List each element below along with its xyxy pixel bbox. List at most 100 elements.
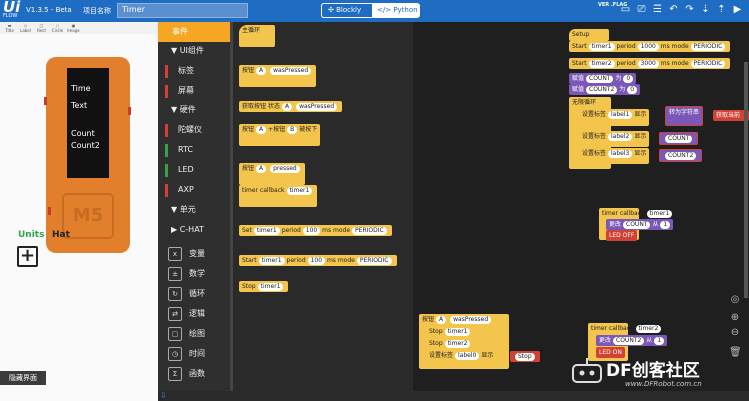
block-category-list: 事件 ▼ UI组件 标签 屏幕 ▼ 硬件 陀螺仪 RTC LED AXP ▼ 单…	[158, 22, 230, 401]
clock-icon: ◷	[168, 347, 182, 361]
function-icon: Σ	[168, 367, 182, 381]
zoom-in-icon[interactable]: ⊕	[729, 312, 741, 323]
screen-label-count[interactable]: Count	[71, 129, 95, 138]
editor-mode-tabs: ✣ Blockly </> Python	[321, 3, 420, 18]
dfrobot-logo	[570, 356, 604, 386]
redo-icon[interactable]: ↷	[683, 3, 696, 16]
code-icon: </>	[377, 6, 394, 14]
block-get-button[interactable]: 获取按钮 状态 AwasPressed	[239, 101, 343, 112]
category-label[interactable]: 标签	[158, 62, 230, 80]
setup-block[interactable]: Setup	[569, 29, 609, 41]
side-button	[48, 207, 51, 215]
count2-var[interactable]: COUNT2	[659, 149, 703, 162]
tool-title[interactable]: ▬ Title	[2, 22, 17, 34]
category-units-header[interactable]: ▼ 单元	[158, 201, 230, 219]
workspace-scrollbar[interactable]	[744, 62, 748, 298]
tool-circle[interactable]: ○ Circle	[50, 22, 65, 34]
hat-tab[interactable]: Hat	[52, 230, 70, 240]
variable-icon: x	[168, 247, 182, 261]
zoom-out-icon[interactable]: ⊖	[729, 327, 741, 338]
category-graphics[interactable]: ▢ 绘图	[158, 325, 230, 343]
setup-set-count2[interactable]: 赋值 COUNT2 为 0	[569, 84, 641, 95]
units-tab[interactable]: Units	[18, 230, 44, 240]
add-unit-button[interactable]: +	[17, 246, 38, 267]
category-hardware-header[interactable]: ▼ 硬件	[158, 101, 230, 119]
block-combo-button[interactable]: 按钮 A +按钮 B 被按下	[239, 124, 321, 146]
led-off-block[interactable]: LED OFF	[606, 230, 638, 241]
comment-icon[interactable]: ▭	[619, 3, 632, 16]
block-flyout: 主循环 按钮 AwasPressed 获取按钮 状态 AwasPressed 按钮 A…	[233, 22, 413, 391]
category-variables[interactable]: x 变量	[158, 245, 230, 263]
loop-icon: ↻	[168, 287, 182, 301]
block-button-event[interactable]: 按钮 AwasPressed	[239, 65, 317, 87]
workspace-bottom-strip: ⇩	[158, 391, 749, 401]
recenter-icon[interactable]: ◎	[729, 294, 741, 305]
category-gyro[interactable]: 陀螺仪	[158, 121, 230, 139]
count-var[interactable]: COUNT	[659, 132, 699, 145]
tool-rect[interactable]: □ Rect	[34, 22, 49, 34]
setup-start-timer2[interactable]: Start timer2 period 3000 ms mode PERIODIC	[569, 58, 731, 69]
category-timing[interactable]: ◷ 时间	[158, 345, 230, 363]
puzzle-icon: ✣	[328, 6, 337, 14]
category-led[interactable]: LED	[158, 161, 230, 179]
block-main-loop[interactable]: 主循环	[239, 25, 275, 47]
run-icon[interactable]: ▶	[731, 3, 744, 16]
category-rtc[interactable]: RTC	[158, 141, 230, 159]
save-icon[interactable]: ⇩	[160, 391, 167, 400]
tool-label[interactable]: ◇ Label	[18, 22, 33, 34]
side-button	[44, 97, 47, 105]
category-screen[interactable]: 屏幕	[158, 82, 230, 100]
hide-ui-button[interactable]: 隐藏界面	[0, 371, 46, 385]
screen-label-time[interactable]: Time	[71, 84, 91, 93]
device-screen: Time Text Count Count2	[67, 68, 109, 178]
device-panel: Time Text Count Count2 M5 Units Hat + 隐藏…	[0, 34, 158, 401]
logic-icon: ⇄	[168, 307, 182, 321]
to-string-block[interactable]: 转为字符串	[665, 106, 704, 126]
graphics-icon: ▢	[168, 327, 182, 341]
category-math[interactable]: ± 数学	[158, 265, 230, 283]
block-button-pressed[interactable]: 按钮 Apressed	[239, 163, 305, 185]
category-functions[interactable]: Σ 函数	[158, 365, 230, 383]
download-icon[interactable]: ⇣	[699, 3, 712, 16]
math-icon: ±	[168, 267, 182, 281]
block-set-timer[interactable]: Set timer1 period 100 ms mode PERIODIC	[239, 225, 392, 236]
setup-set-count[interactable]: 赋值 COUNT 为 0	[569, 73, 637, 84]
category-events[interactable]: 事件	[158, 22, 230, 42]
tool-image[interactable]: ▣ Image	[66, 22, 81, 34]
side-button	[128, 107, 131, 115]
block-timer-callback[interactable]: timer callback timer1	[239, 185, 318, 207]
uiflow-logo: Ui FLOW	[3, 0, 21, 19]
stop-text-block[interactable]: Stop	[510, 351, 540, 362]
watermark-text: DF创客社区	[606, 361, 700, 381]
stop-timer1-block[interactable]: Stop timer1	[426, 326, 476, 337]
laptop-icon[interactable]: ⎚	[635, 3, 648, 16]
tab-blockly[interactable]: ✣ Blockly	[321, 3, 373, 18]
block-start-timer[interactable]: Start timer1 period 100 ms mode PERIODIC	[239, 255, 397, 266]
screen-label-text[interactable]: Text	[71, 101, 87, 110]
stop-timer2-block[interactable]: Stop timer2	[426, 338, 476, 349]
setup-start-timer1[interactable]: Start timer1 period 1000 ms mode PERIODIC	[569, 41, 731, 52]
menu-icon[interactable]: ☰	[651, 3, 664, 16]
set-label3[interactable]: 设置标签 label3 显示	[579, 148, 650, 164]
version-label: V1.3.5 - Beta	[26, 6, 72, 14]
m5stick-device: Time Text Count Count2 M5	[44, 57, 131, 253]
screen-label-count2[interactable]: Count2	[71, 141, 100, 150]
blockly-workspace[interactable]: 主循环 按钮 AwasPressed 获取按钮 状态 AwasPressed 按钮 A…	[233, 22, 749, 391]
change-count2-block[interactable]: 更改 COUNT2 从 1	[596, 335, 668, 346]
project-name-input[interactable]: Timer	[117, 3, 248, 18]
tab-python[interactable]: </> Python	[373, 3, 420, 18]
set-label0-block[interactable]: 设置标签 label0 显示	[426, 350, 497, 361]
category-logic[interactable]: ⇄ 逻辑	[158, 305, 230, 323]
change-count-block[interactable]: 更改 COUNT 从 1	[606, 219, 674, 230]
upload-icon[interactable]: ⇡	[715, 3, 728, 16]
trash-icon[interactable]: 🗑	[729, 347, 742, 358]
set-label2[interactable]: 设置标签 label2 显示	[579, 131, 650, 147]
category-axp[interactable]: AXP	[158, 181, 230, 199]
watermark-url: www.DFRobot.com.cn	[625, 380, 702, 388]
category-loops[interactable]: ↻ 循环	[158, 285, 230, 303]
category-chat-header[interactable]: ▶ C-HAT	[158, 221, 230, 239]
set-label1[interactable]: 设置标签 label1 显示	[579, 109, 650, 126]
block-stop-timer[interactable]: Stop timer1	[239, 281, 289, 292]
undo-icon[interactable]: ↶	[667, 3, 680, 16]
category-ui-header[interactable]: ▼ UI组件	[158, 42, 230, 60]
